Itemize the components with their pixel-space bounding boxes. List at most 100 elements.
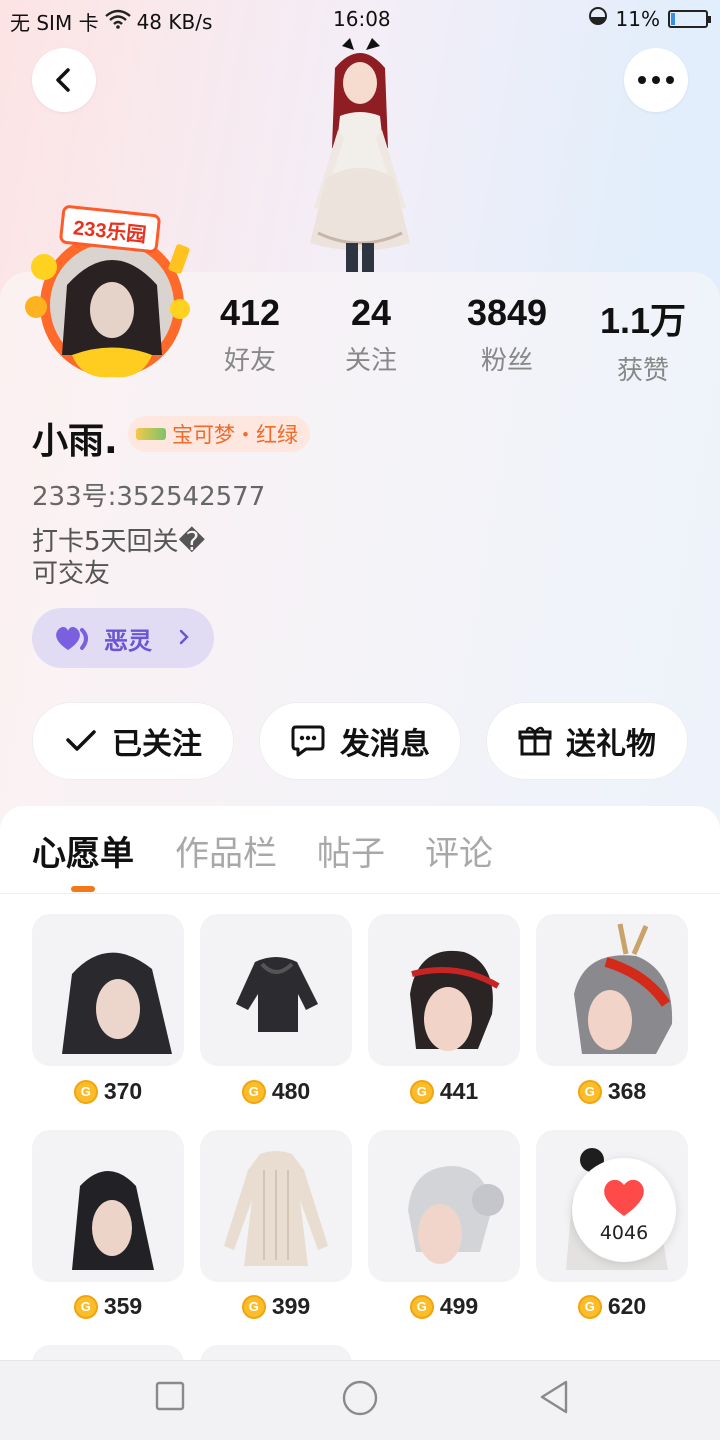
coin-icon: G: [73, 1294, 98, 1319]
wishlist-price: G 370: [32, 1078, 184, 1105]
item-thumbnail: [236, 957, 318, 1032]
tab-active-indicator: [71, 886, 95, 892]
heart-icon: [604, 1179, 644, 1216]
stats-row: 412 好友 24 关注 3849 粉丝 1.1万 获赞: [190, 292, 720, 386]
price-value: 359: [103, 1293, 143, 1319]
coin-icon: G: [73, 1079, 98, 1104]
username: 小雨.: [32, 421, 118, 462]
gift-label: 送礼物: [566, 727, 656, 762]
gift-icon: [518, 726, 552, 756]
tab-posts[interactable]: 帖子: [317, 826, 385, 875]
system-nav-bar: [0, 1360, 720, 1440]
carrier-text: 无 SIM 卡: [10, 11, 99, 35]
wishlist-price: G 499: [368, 1293, 520, 1320]
more-button[interactable]: [624, 48, 688, 112]
home-icon[interactable]: [341, 1379, 379, 1417]
wishlist-item-black-wavy-hair[interactable]: [32, 914, 184, 1066]
net-speed: 48 KB/s: [136, 9, 213, 34]
wishlist-price: G 620: [536, 1293, 688, 1320]
wishlist-item-knit-dress[interactable]: [200, 1130, 352, 1282]
follow-button[interactable]: 已关注: [32, 702, 234, 780]
bio-line: 可交友: [32, 559, 111, 589]
coin-icon: G: [409, 1079, 434, 1104]
like-button[interactable]: 4046: [572, 1158, 676, 1262]
battery-fill: [671, 12, 675, 25]
coin-icon: G: [241, 1079, 266, 1104]
bio: 打卡5天回关� 可交友: [32, 526, 205, 590]
price-value: 399: [271, 1293, 311, 1319]
price-value: 499: [439, 1293, 479, 1319]
purple-heart-icon: [56, 627, 88, 650]
coin-icon: G: [577, 1294, 602, 1319]
tab-comments[interactable]: 评论: [425, 826, 493, 875]
battery-icon: [668, 9, 711, 28]
mood-tag-button[interactable]: 恶灵: [32, 608, 214, 668]
pokemon-logo-icon: [136, 428, 166, 440]
coin-icon: G: [241, 1294, 266, 1319]
wishlist-item-black-straight-hair[interactable]: [32, 1130, 184, 1282]
game-badge[interactable]: 宝可梦・红绿: [128, 416, 310, 452]
back-triangle-icon[interactable]: [538, 1379, 570, 1415]
coin-icon: G: [577, 1079, 602, 1104]
tab-wishlist[interactable]: 心愿单: [32, 826, 134, 875]
stat-fans[interactable]: 3849 粉丝: [447, 292, 567, 377]
like-count: 4046: [599, 1222, 649, 1244]
badge-label: 宝可梦・红绿: [172, 423, 298, 447]
gift-button[interactable]: 送礼物: [486, 702, 688, 780]
check-icon: [66, 730, 96, 751]
wishlist-price: G 368: [536, 1078, 688, 1105]
tab-divider: [0, 893, 720, 894]
item-thumbnail: [72, 1171, 154, 1270]
back-button[interactable]: [32, 48, 96, 112]
wishlist-item-feather-hair[interactable]: [536, 914, 688, 1066]
wishlist-price: G 441: [368, 1078, 520, 1105]
tab-works[interactable]: 作品栏: [175, 826, 277, 875]
stat-following[interactable]: 24 关注: [311, 292, 431, 377]
status-bar: 无 SIM 卡 48 KB/s 16:08 11%: [0, 0, 720, 38]
chevron-left-icon: [56, 68, 70, 92]
stat-label: 获赞: [616, 356, 669, 386]
stat-label: 好友: [223, 346, 276, 376]
price-value: 441: [439, 1078, 479, 1104]
price-value: 370: [103, 1078, 143, 1104]
message-label: 发消息: [340, 727, 430, 762]
user-id: 233号:352542577: [32, 482, 266, 512]
coin-icon: G: [409, 1294, 434, 1319]
follow-label: 已关注: [112, 727, 202, 762]
stat-value: 24: [350, 292, 392, 333]
wishlist-item-red-ribbon-hair[interactable]: [368, 914, 520, 1066]
stat-label: 关注: [344, 346, 397, 376]
chevron-right-icon: [178, 624, 190, 652]
price-value: 368: [607, 1078, 647, 1104]
stat-value: 3849: [466, 292, 548, 333]
mood-label: 恶灵: [104, 626, 152, 655]
clock: 16:08: [333, 7, 391, 31]
stat-value: 412: [219, 292, 281, 333]
price-value: 620: [607, 1293, 647, 1319]
wishlist-item-silver-bun-hair[interactable]: [368, 1130, 520, 1282]
battery-percent: 11%: [615, 6, 660, 31]
stat-label: 粉丝: [480, 346, 533, 376]
item-thumbnail: [224, 1151, 328, 1266]
message-button[interactable]: 发消息: [259, 702, 461, 780]
chat-bubble-icon: [291, 725, 325, 757]
stat-likes[interactable]: 1.1万 获赞: [583, 292, 703, 387]
wifi-icon: [104, 9, 131, 34]
stat-value: 1.1万: [599, 300, 687, 341]
wishlist-price: G 359: [32, 1293, 184, 1320]
wishlist-price: G 399: [200, 1293, 352, 1320]
item-thumbnail: [62, 952, 172, 1054]
character-avatar-image[interactable]: [280, 38, 440, 272]
item-thumbnail: [408, 1166, 504, 1264]
profile-avatar[interactable]: 233乐园: [22, 205, 192, 380]
item-thumbnail: [574, 923, 673, 1054]
wishlist-item-black-hoodie[interactable]: [200, 914, 352, 1066]
data-saver-icon: [588, 6, 608, 31]
bio-line: 打卡5天回关�: [32, 527, 206, 557]
recent-apps-icon[interactable]: [155, 1381, 185, 1411]
wishlist-price: G 480: [200, 1078, 352, 1105]
more-dots-icon: [638, 76, 674, 84]
stat-friends[interactable]: 412 好友: [190, 292, 310, 377]
price-value: 480: [271, 1078, 311, 1104]
item-thumbnail: [410, 950, 500, 1051]
